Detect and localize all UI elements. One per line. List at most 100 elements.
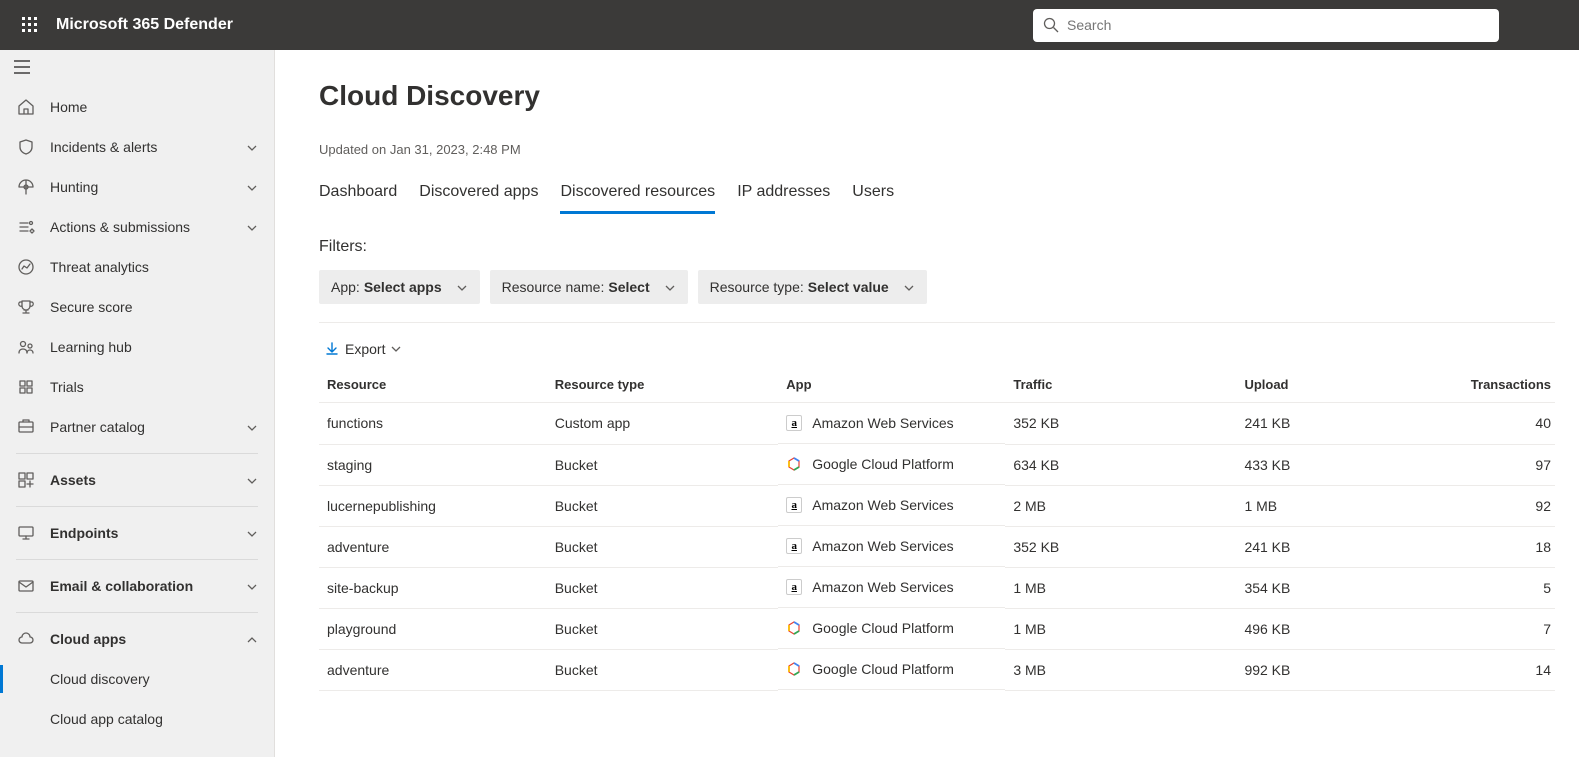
cell-resource: site-backup [319, 567, 547, 608]
sidebar-item-cloud-apps[interactable]: Cloud apps [0, 619, 274, 659]
sidebar-item-label: Assets [50, 472, 246, 488]
sidebar-item-label: Partner catalog [50, 419, 246, 435]
cell-app: Amazon Web Services [778, 526, 1005, 567]
chevron-down-icon [391, 346, 401, 352]
sidebar-item-learning-hub[interactable]: Learning hub [0, 327, 274, 367]
sidebar-item-endpoints[interactable]: Endpoints [0, 513, 274, 553]
sidebar: Home Incidents & alerts HuntingActions & s… [0, 50, 275, 757]
sidebar-item-label: Incidents & alerts [50, 139, 246, 155]
cell-type: Bucket [547, 649, 779, 690]
tab-bar: Dashboard Discovered apps Discovered resou… [319, 175, 1555, 214]
sidebar-item-actions-submissions[interactable]: Actions & submissions [0, 207, 274, 247]
tab-discovered-resources[interactable]: Discovered resources [560, 175, 715, 214]
filter-label: Resource name: [502, 279, 605, 295]
sidebar-item-label: Learning hub [50, 339, 258, 355]
cell-upload: 241 KB [1236, 403, 1462, 445]
analytics-icon [16, 257, 36, 277]
sidebar-item-partner-catalog[interactable]: Partner catalog [0, 407, 274, 447]
table-row[interactable]: adventureBucketGoogle Cloud Platform3 MB… [319, 649, 1555, 690]
sidebar-item-label: Cloud discovery [50, 671, 258, 687]
cell-resource: staging [319, 444, 547, 485]
cell-upload: 433 KB [1236, 444, 1462, 485]
cell-traffic: 1 MB [1005, 608, 1236, 649]
cell-upload: 1 MB [1236, 485, 1462, 526]
page-title: Cloud Discovery [319, 80, 1555, 112]
cell-upload: 496 KB [1236, 608, 1462, 649]
aws-icon [786, 538, 802, 554]
table-row[interactable]: playgroundBucketGoogle Cloud Platform1 M… [319, 608, 1555, 649]
cell-transactions: 18 [1463, 526, 1555, 567]
cell-transactions: 40 [1463, 403, 1555, 445]
cell-type: Bucket [547, 444, 779, 485]
sidebar-toggle[interactable] [0, 50, 274, 87]
sidebar-item-email-collaboration[interactable]: Email & collaboration [0, 566, 274, 606]
cell-resource: adventure [319, 526, 547, 567]
tab-users[interactable]: Users [852, 175, 894, 214]
cell-app: Amazon Web Services [778, 485, 1005, 526]
search-input[interactable] [1067, 17, 1489, 33]
aws-icon [786, 497, 802, 513]
filter-value: Select apps [364, 279, 442, 295]
sidebar-item-threat-analytics[interactable]: Threat analytics [0, 247, 274, 287]
filter-value: Select [608, 279, 649, 295]
sidebar-item-label: Secure score [50, 299, 258, 315]
sidebar-item-cloud-discovery[interactable]: Cloud discovery [0, 659, 274, 699]
table-row[interactable]: lucernepublishingBucketAmazon Web Servic… [319, 485, 1555, 526]
chevron-down-icon [246, 179, 258, 195]
tab-dashboard[interactable]: Dashboard [319, 175, 397, 214]
tab-ip-addresses[interactable]: IP addresses [737, 175, 830, 214]
cell-app: Amazon Web Services [778, 567, 1005, 608]
chevron-down-icon [664, 279, 676, 295]
cell-traffic: 352 KB [1005, 526, 1236, 567]
sidebar-item-home[interactable]: Home [0, 87, 274, 127]
sidebar-item-trials[interactable]: Trials [0, 367, 274, 407]
gcp-icon [786, 620, 802, 636]
sidebar-item-hunting[interactable]: Hunting [0, 167, 274, 207]
cell-traffic: 3 MB [1005, 649, 1236, 690]
table-row[interactable]: site-backupBucketAmazon Web Services1 MB… [319, 567, 1555, 608]
column-header-resource[interactable]: Resource [319, 367, 547, 403]
cell-app: Google Cloud Platform [778, 649, 1005, 690]
chevron-down-icon [246, 219, 258, 235]
sidebar-item-label: Cloud apps [50, 631, 246, 647]
filter-resource-name-[interactable]: Resource name:Select [490, 270, 688, 304]
sidebar-item-assets[interactable]: Assets [0, 460, 274, 500]
cell-transactions: 5 [1463, 567, 1555, 608]
sidebar-item-cloud-app-catalog[interactable]: Cloud app catalog [0, 699, 274, 739]
nav-divider [16, 559, 258, 560]
cloud-icon [16, 629, 36, 649]
column-header-app[interactable]: App [778, 367, 1005, 403]
column-header-transactions[interactable]: Transactions [1463, 367, 1555, 403]
filter-label: App: [331, 279, 360, 295]
table-row[interactable]: stagingBucketGoogle Cloud Platform634 KB… [319, 444, 1555, 485]
cell-app: Amazon Web Services [778, 403, 1005, 444]
trophy-icon [16, 297, 36, 317]
table-row[interactable]: functionsCustom appAmazon Web Services35… [319, 403, 1555, 445]
filter-resource-type-[interactable]: Resource type:Select value [698, 270, 927, 304]
chevron-down-icon [246, 419, 258, 435]
toolbar: Export [325, 341, 1555, 357]
column-header-upload[interactable]: Upload [1236, 367, 1462, 403]
tab-discovered-apps[interactable]: Discovered apps [419, 175, 538, 214]
cell-resource: playground [319, 608, 547, 649]
aws-icon [786, 415, 802, 431]
main-content: Cloud Discovery Updated on Jan 31, 2023,… [275, 50, 1579, 757]
partner-icon [16, 417, 36, 437]
export-button[interactable]: Export [325, 341, 401, 357]
endpoints-icon [16, 523, 36, 543]
target-icon [16, 177, 36, 197]
column-header-traffic[interactable]: Traffic [1005, 367, 1236, 403]
search-box[interactable] [1033, 9, 1499, 42]
table-row[interactable]: adventureBucketAmazon Web Services352 KB… [319, 526, 1555, 567]
gcp-icon [786, 456, 802, 472]
resources-table: ResourceResource typeAppTrafficUploadTra… [319, 367, 1555, 691]
sidebar-item-secure-score[interactable]: Secure score [0, 287, 274, 327]
cell-transactions: 14 [1463, 649, 1555, 690]
search-icon [1043, 17, 1059, 33]
filter-app-[interactable]: App:Select apps [319, 270, 480, 304]
gcp-icon [786, 661, 802, 677]
sidebar-item-incidents-alerts[interactable]: Incidents & alerts [0, 127, 274, 167]
column-header-resource-type[interactable]: Resource type [547, 367, 779, 403]
app-launcher-icon[interactable] [14, 9, 46, 41]
top-bar: Microsoft 365 Defender [0, 0, 1579, 50]
